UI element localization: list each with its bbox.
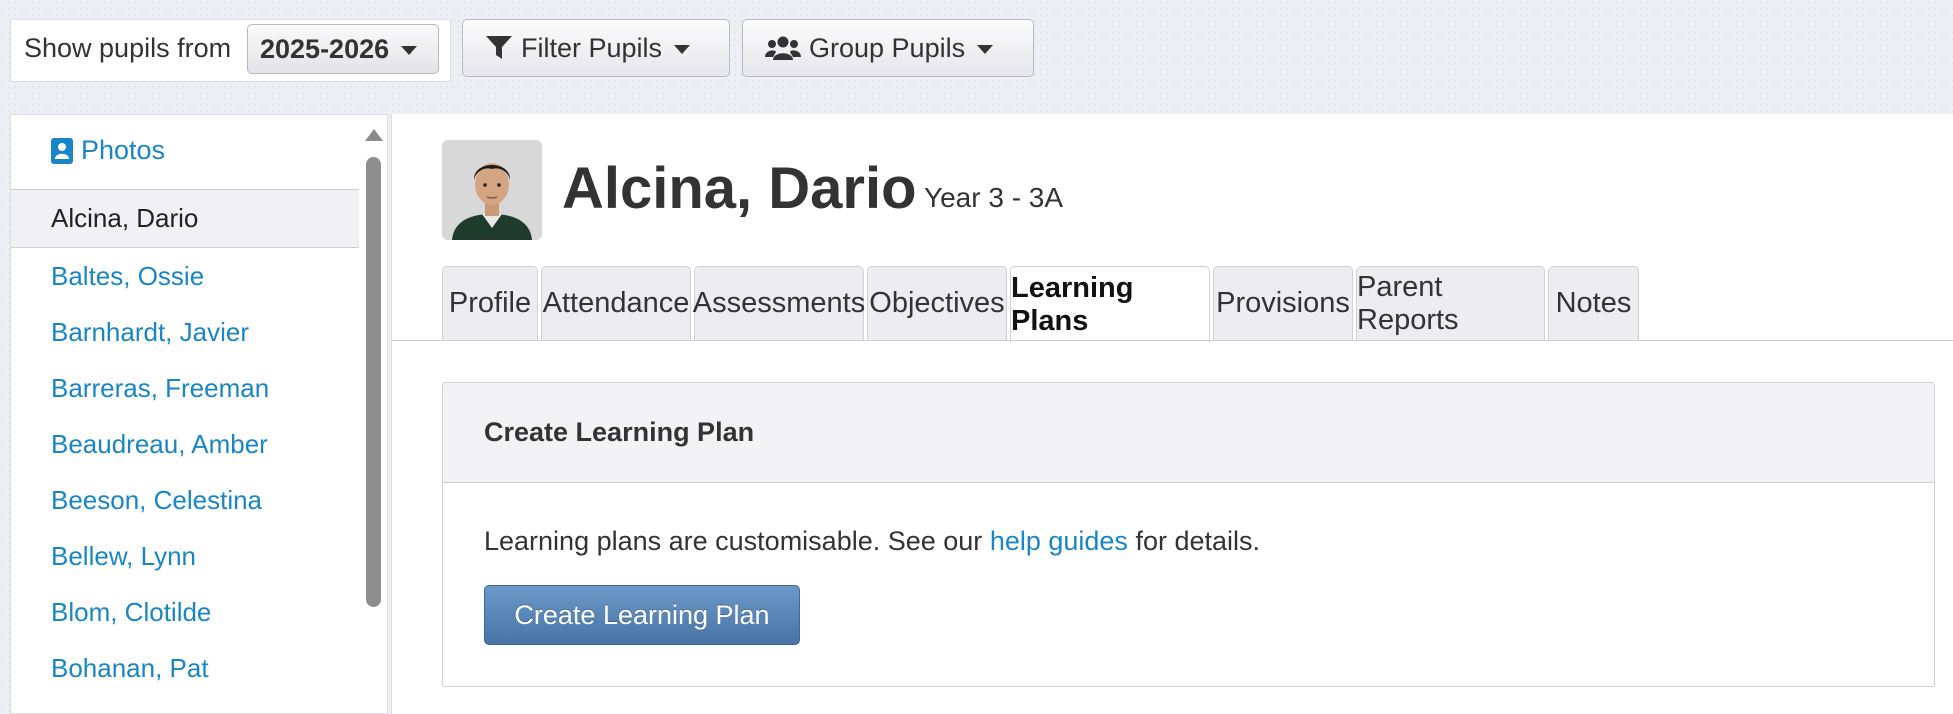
panel-title: Create Learning Plan	[443, 383, 1934, 483]
scroll-up-arrow-icon[interactable]	[365, 129, 383, 141]
pupil-item-active[interactable]: Alcina, Dario	[11, 189, 359, 248]
filter-pupils-label: Filter Pupils	[521, 32, 663, 63]
tab-notes[interactable]: Notes	[1548, 266, 1639, 340]
description-text-before: Learning plans are customisable. See our	[484, 526, 990, 556]
create-learning-plan-button[interactable]: Create Learning Plan	[484, 585, 800, 645]
users-icon	[765, 36, 801, 60]
panel-description: Learning plans are customisable. See our…	[484, 526, 1260, 557]
pupil-item[interactable]: Bohanan, Pat	[11, 640, 359, 696]
description-text-after: for details.	[1127, 526, 1260, 556]
show-pupils-label: Show pupils from	[24, 33, 232, 63]
year-filter-box: Show pupils from 2025-2026	[10, 19, 451, 82]
tab-divider	[392, 340, 1953, 341]
pupil-list: Alcina, Dario Baltes, Ossie Barnhardt, Jav…	[11, 189, 359, 696]
sidebar-scrollbar[interactable]	[363, 129, 383, 713]
pupil-avatar	[442, 140, 542, 240]
pupil-name: Alcina, Dario	[562, 156, 917, 221]
tab-objectives[interactable]: Objectives	[867, 266, 1007, 340]
tab-parent-reports[interactable]: Parent Reports	[1356, 266, 1545, 340]
contact-card-icon	[51, 137, 73, 164]
scroll-thumb[interactable]	[366, 157, 381, 607]
caret-down-icon	[674, 45, 691, 54]
tab-attendance[interactable]: Attendance	[541, 266, 691, 340]
group-pupils-label: Group Pupils	[809, 32, 966, 63]
pupil-item[interactable]: Bellew, Lynn	[11, 528, 359, 584]
pupil-item[interactable]: Barreras, Freeman	[11, 360, 359, 416]
help-guides-link[interactable]: help guides	[990, 526, 1128, 556]
pupil-item[interactable]: Beeson, Celestina	[11, 472, 359, 528]
pupil-class: Year 3 - 3A	[924, 182, 1064, 213]
pupil-item[interactable]: Baltes, Ossie	[11, 248, 359, 304]
group-pupils-button[interactable]: Group Pupils	[742, 19, 1034, 77]
pupil-sidebar: Photos Alcina, Dario Baltes, Ossie Barnhar…	[10, 114, 388, 714]
pupil-item[interactable]: Beaudreau, Amber	[11, 416, 359, 472]
create-learning-plan-panel: Create Learning Plan Learning plans are …	[442, 382, 1935, 687]
year-select[interactable]: 2025-2026	[247, 24, 439, 74]
toolbar: Show pupils from 2025-2026 Filter Pupils…	[0, 0, 1953, 110]
tab-learning-plans[interactable]: Learning Plans	[1010, 266, 1210, 342]
year-select-value: 2025-2026	[260, 33, 390, 64]
photos-link[interactable]: Photos	[51, 135, 165, 166]
caret-down-icon	[401, 46, 418, 55]
tab-provisions[interactable]: Provisions	[1213, 266, 1353, 340]
filter-icon	[486, 36, 512, 59]
tab-profile[interactable]: Profile	[442, 266, 538, 340]
pupil-item[interactable]: Blom, Clotilde	[11, 584, 359, 640]
caret-down-icon	[977, 45, 994, 54]
pupil-item[interactable]: Barnhardt, Javier	[11, 304, 359, 360]
filter-pupils-button[interactable]: Filter Pupils	[462, 19, 730, 77]
tab-assessments[interactable]: Assessments	[693, 266, 865, 340]
main-content: Alcina, Dario Year 3 - 3A Profile Attenda…	[391, 114, 1953, 714]
photos-label: Photos	[81, 135, 166, 165]
